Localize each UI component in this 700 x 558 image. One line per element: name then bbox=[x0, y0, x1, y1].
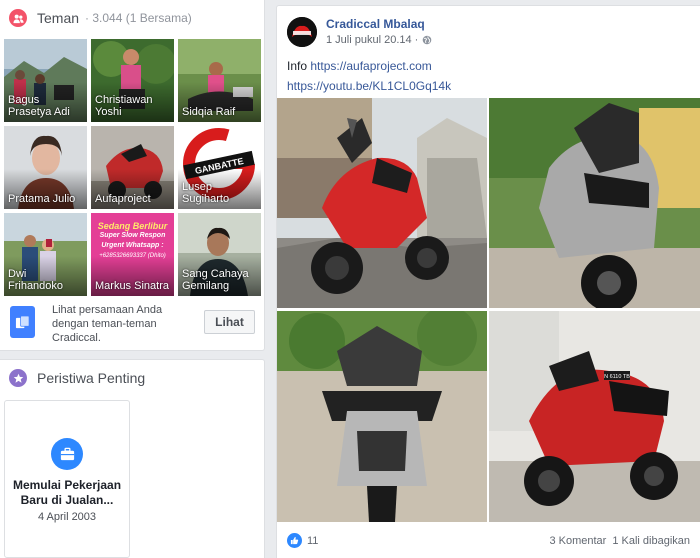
post-timestamp[interactable]: 1 Juli pukul 20.14 · bbox=[326, 34, 418, 46]
friend-name[interactable]: Aufaproject bbox=[95, 193, 171, 205]
post-link-youtube[interactable]: https://youtu.be/KL1CL0Gq14k bbox=[287, 79, 451, 93]
mutual-friends-text: Lihat persamaan Anda dengan teman-teman … bbox=[52, 304, 163, 344]
globe-icon[interactable] bbox=[422, 35, 432, 45]
life-event-title: Memulai Pekerjaan Baru di Jualan... bbox=[12, 478, 122, 507]
life-events-card: Peristiwa Penting Memulai Pekerjaan Baru… bbox=[0, 359, 265, 558]
like-icon bbox=[287, 533, 302, 548]
post-text: Info https://aufaproject.com https://you… bbox=[287, 56, 451, 96]
friends-title[interactable]: Teman bbox=[37, 10, 79, 26]
friends-card: Teman · 3.044 (1 Bersama) Bagus Prasetya… bbox=[0, 0, 265, 351]
friend-tile[interactable]: Sedang Berlibur Super Slow Respon Urgent… bbox=[91, 213, 174, 296]
friend-name[interactable]: Sidqia Raif bbox=[182, 106, 258, 118]
friend-tile[interactable]: Pratama Julio bbox=[4, 126, 87, 209]
post-photo[interactable] bbox=[489, 98, 700, 308]
author-avatar[interactable] bbox=[287, 17, 317, 47]
friends-count: · 3.044 (1 Bersama) bbox=[85, 11, 192, 25]
promo-text: Sedang Berlibur Super Slow Respon Urgent… bbox=[97, 221, 168, 259]
reaction-count[interactable]: 11 bbox=[307, 535, 318, 547]
briefcase-icon bbox=[51, 438, 83, 470]
friend-tile[interactable]: Aufaproject bbox=[91, 126, 174, 209]
post-footer: 11 3 Komentar 1 Kali dibagikan bbox=[277, 522, 700, 558]
friend-tile[interactable]: Dwi Frihandoko bbox=[4, 213, 87, 296]
friends-header: Teman · 3.044 (1 Bersama) bbox=[0, 0, 264, 36]
friends-icon bbox=[9, 9, 27, 27]
friend-name[interactable]: Pratama Julio bbox=[8, 193, 84, 205]
life-events-title[interactable]: Peristiwa Penting bbox=[37, 370, 145, 386]
comments-count[interactable]: 3 Komentar bbox=[549, 535, 606, 547]
post-photo[interactable]: N 6110 TB bbox=[489, 311, 700, 522]
friend-name[interactable]: Bagus Prasetya Adi bbox=[8, 94, 84, 118]
friend-tile[interactable]: Christiawan Yoshi bbox=[91, 39, 174, 122]
friend-tile[interactable]: Sidqia Raif bbox=[178, 39, 261, 122]
friend-tile[interactable]: Sang Cahaya Gemilang bbox=[178, 213, 261, 296]
star-icon bbox=[9, 369, 27, 387]
friend-name[interactable]: Markus Sinatra bbox=[95, 280, 171, 292]
life-events-header: Peristiwa Penting bbox=[0, 360, 264, 396]
life-event-item[interactable]: Memulai Pekerjaan Baru di Jualan... 4 Ap… bbox=[4, 400, 130, 558]
post-meta: 1 Juli pukul 20.14 · bbox=[326, 34, 432, 46]
friend-name[interactable]: Lusep Sugiharto bbox=[182, 181, 258, 205]
see-mutual-button[interactable]: Lihat bbox=[204, 310, 255, 334]
license-plate: N 6110 TB bbox=[604, 374, 630, 380]
shares-count[interactable]: 1 Kali dibagikan bbox=[612, 535, 690, 547]
friends-comparison-icon bbox=[10, 306, 35, 338]
mutual-friends-box: Lihat persamaan Anda dengan teman-teman … bbox=[0, 298, 264, 350]
post-link-website[interactable]: https://aufaproject.com bbox=[310, 59, 431, 73]
post-card: Cradiccal Mbalaq 1 Juli pukul 20.14 · In… bbox=[276, 5, 700, 558]
life-event-date: 4 April 2003 bbox=[37, 511, 97, 523]
friends-grid: Bagus Prasetya Adi Christiawan Yoshi Sid… bbox=[4, 39, 261, 296]
friend-name[interactable]: Sang Cahaya Gemilang bbox=[182, 268, 258, 292]
friend-tile[interactable]: Bagus Prasetya Adi bbox=[4, 39, 87, 122]
friend-name[interactable]: Dwi Frihandoko bbox=[8, 268, 84, 292]
post-photo[interactable] bbox=[277, 311, 487, 522]
post-author[interactable]: Cradiccal Mbalaq bbox=[326, 17, 425, 31]
post-photo[interactable] bbox=[277, 98, 487, 308]
post-stats: 3 Komentar 1 Kali dibagikan bbox=[549, 535, 690, 547]
friend-name[interactable]: Christiawan Yoshi bbox=[95, 94, 171, 118]
friend-tile[interactable]: GANBATTE Lusep Sugiharto bbox=[178, 126, 261, 209]
post-text-prefix: Info bbox=[287, 59, 308, 73]
